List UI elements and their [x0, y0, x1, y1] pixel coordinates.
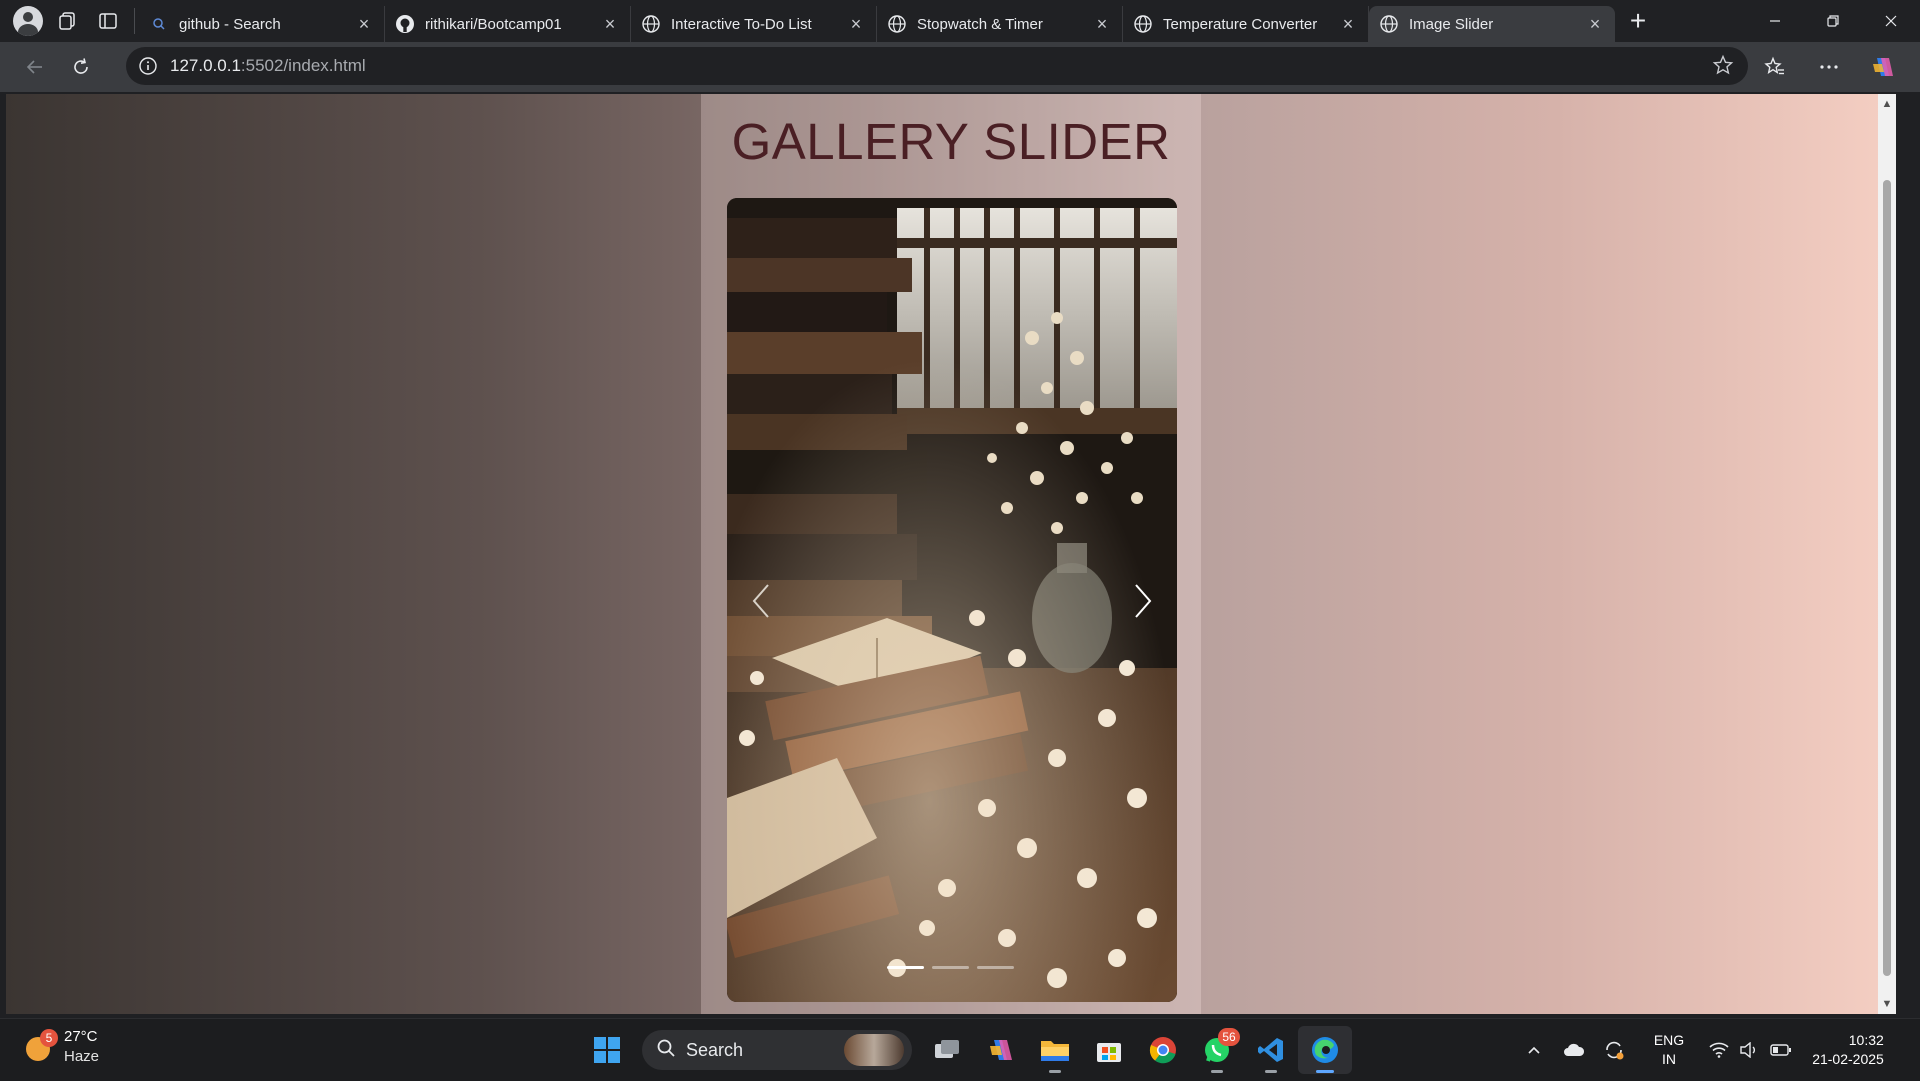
language-code: ENG: [1653, 1032, 1685, 1048]
books-and-flowers-photo: [727, 198, 1177, 1002]
taskbar-apps: Search 56: [580, 1026, 1352, 1074]
favorites-icon[interactable]: [1748, 47, 1802, 87]
weather-temp: 27°C: [64, 1028, 98, 1045]
more-menu-icon[interactable]: [1802, 47, 1856, 87]
clock-date: 21-02-2025: [1812, 1051, 1884, 1067]
url-text[interactable]: 127.0.0.1:5502/index.html: [170, 56, 366, 76]
tab-github-repo[interactable]: rithikari/Bootcamp01 ×: [385, 6, 631, 42]
system-tray: ENG IN 10:32 21-02-2025: [1514, 1019, 1920, 1081]
vscode-icon[interactable]: [1244, 1026, 1298, 1074]
page-title: GALLERY SLIDER: [731, 113, 1171, 170]
search-label: Search: [686, 1039, 744, 1060]
browser-toolbar: 127.0.0.1:5502/index.html: [0, 42, 1920, 92]
url-path: :5502/index.html: [240, 56, 366, 75]
close-icon[interactable]: ×: [354, 14, 374, 35]
volume-icon[interactable]: [1734, 1019, 1764, 1081]
wifi-icon[interactable]: [1704, 1019, 1734, 1081]
search-icon: [656, 1038, 676, 1063]
copilot-app-icon[interactable]: [974, 1026, 1028, 1074]
favorite-star-icon[interactable]: [1712, 54, 1734, 81]
tab-stopwatch[interactable]: Stopwatch & Timer ×: [877, 6, 1123, 42]
tab-label: Stopwatch & Timer: [917, 15, 1043, 33]
scroll-up-icon[interactable]: ▲: [1881, 98, 1893, 110]
globe-icon: [887, 14, 907, 34]
weather-widget[interactable]: 5 27°C Haze: [22, 1027, 99, 1067]
tab-separator: [134, 8, 135, 34]
workspaces-icon[interactable]: [48, 0, 88, 42]
windows-taskbar: 5 27°C Haze Search 56 ENG IN 10:32 21-02…: [0, 1018, 1920, 1081]
notification-badge: 56: [1218, 1028, 1240, 1046]
github-icon: [395, 14, 415, 34]
slide-indicators: [887, 966, 1014, 969]
close-icon[interactable]: ×: [1092, 14, 1112, 35]
sync-icon[interactable]: [1594, 1019, 1634, 1081]
minimize-button[interactable]: [1746, 0, 1804, 42]
prev-slide-button[interactable]: [741, 581, 781, 621]
scroll-thumb[interactable]: [1883, 180, 1891, 976]
weather-badge: 5: [40, 1029, 58, 1047]
chrome-icon[interactable]: [1136, 1026, 1190, 1074]
whatsapp-icon[interactable]: 56: [1190, 1026, 1244, 1074]
close-icon[interactable]: ×: [1338, 14, 1358, 35]
tab-label: Temperature Converter: [1163, 15, 1318, 33]
battery-icon[interactable]: [1764, 1019, 1798, 1081]
tab-todo-list[interactable]: Interactive To-Do List ×: [631, 6, 877, 42]
avatar-icon: [13, 6, 43, 36]
onedrive-cloud-icon[interactable]: [1554, 1019, 1594, 1081]
profile-avatar[interactable]: [8, 0, 48, 42]
new-tab-button[interactable]: +: [1615, 0, 1661, 42]
task-view-icon[interactable]: [920, 1026, 974, 1074]
tab-strip: github - Search × rithikari/Bootcamp01 ×…: [139, 0, 1661, 42]
chevron-left-icon: [750, 583, 772, 619]
tab-label: github - Search: [179, 15, 281, 33]
restore-button[interactable]: [1804, 0, 1862, 42]
close-icon[interactable]: ×: [1585, 14, 1605, 35]
site-info-icon[interactable]: [126, 56, 170, 76]
taskbar-search[interactable]: Search: [642, 1030, 912, 1070]
close-icon[interactable]: ×: [846, 14, 866, 35]
tab-temperature-converter[interactable]: Temperature Converter ×: [1123, 6, 1369, 42]
tab-image-slider[interactable]: Image Slider ×: [1369, 6, 1615, 42]
globe-icon: [1133, 14, 1153, 34]
clock-time: 10:32: [1848, 1032, 1884, 1048]
slide-image: [727, 198, 1177, 1002]
start-button[interactable]: [580, 1026, 634, 1074]
edge-icon[interactable]: [1298, 1026, 1352, 1074]
back-button[interactable]: [12, 47, 58, 87]
scroll-down-icon[interactable]: ▼: [1881, 998, 1893, 1010]
browser-titlebar: github - Search × rithikari/Bootcamp01 ×…: [0, 0, 1920, 42]
address-bar[interactable]: 127.0.0.1:5502/index.html: [126, 47, 1748, 85]
microsoft-store-icon[interactable]: [1082, 1026, 1136, 1074]
system-clock[interactable]: 10:32 21-02-2025: [1798, 1019, 1920, 1081]
tab-label: rithikari/Bootcamp01: [425, 15, 562, 33]
refresh-button[interactable]: [58, 47, 104, 87]
weather-icon: 5: [22, 1029, 58, 1063]
close-window-button[interactable]: [1862, 0, 1920, 42]
chevron-up-icon[interactable]: [1514, 1019, 1554, 1081]
globe-icon: [641, 14, 661, 34]
chevron-right-icon: [1132, 583, 1154, 619]
file-explorer-icon[interactable]: [1028, 1026, 1082, 1074]
url-host: 127.0.0.1: [170, 56, 241, 75]
search-highlight-image: [844, 1034, 904, 1066]
close-icon[interactable]: ×: [600, 14, 620, 35]
page-viewport: GALLERY SLIDER ▲ ▼: [6, 94, 1896, 1014]
language-indicator[interactable]: ENG IN: [1634, 1019, 1704, 1081]
tab-github-search[interactable]: github - Search ×: [139, 6, 385, 42]
slide-indicator[interactable]: [887, 966, 924, 969]
next-slide-button[interactable]: [1123, 581, 1163, 621]
slide-indicator[interactable]: [977, 966, 1014, 969]
copilot-icon[interactable]: [1856, 47, 1910, 87]
weather-condition: Haze: [64, 1048, 100, 1065]
search-icon: [149, 14, 169, 34]
globe-icon: [1379, 14, 1399, 34]
region-code: IN: [1662, 1051, 1676, 1067]
gallery-container: GALLERY SLIDER: [701, 94, 1201, 1014]
tab-label: Interactive To-Do List: [671, 15, 812, 33]
slide-indicator[interactable]: [932, 966, 969, 969]
tab-label: Image Slider: [1409, 15, 1494, 33]
vertical-tabs-icon[interactable]: [88, 0, 128, 42]
page-scrollbar[interactable]: ▲ ▼: [1878, 94, 1896, 1014]
